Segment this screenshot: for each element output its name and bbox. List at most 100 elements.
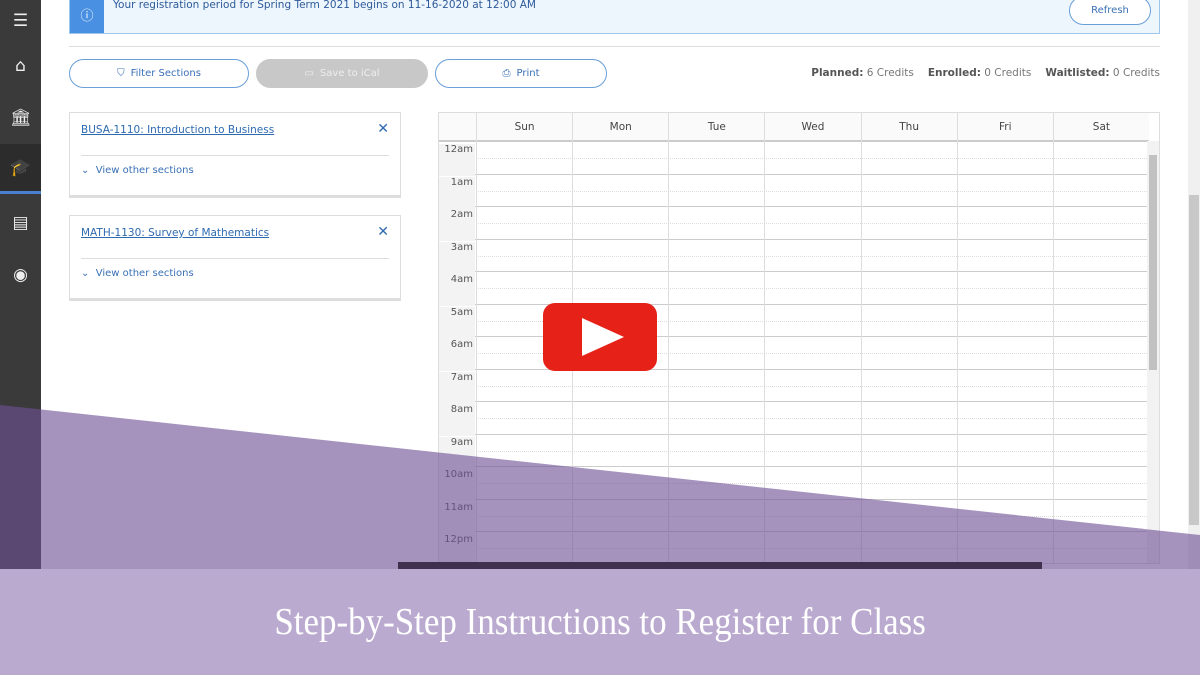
hour-label: 11am (439, 501, 475, 534)
half-hour-line (476, 190, 1149, 192)
hour-row[interactable]: 11am (439, 498, 1149, 534)
bank-icon: 🏛 (9, 108, 32, 128)
enrolled-credits: Enrolled: 0 Credits (927, 67, 1032, 79)
filter-label: Filter Sections (130, 68, 201, 79)
video-play-button[interactable] (543, 303, 657, 371)
hour-label: 5am (439, 306, 475, 339)
hour-row[interactable]: 4am (439, 271, 1149, 306)
chevron-down-icon: ⌄ (81, 268, 90, 279)
sidebar-item-book[interactable]: ▤ (0, 198, 41, 248)
half-hour-line (476, 450, 1149, 452)
half-hour-line (476, 158, 1149, 159)
sidebar-item-user-circle[interactable]: ◉ (0, 250, 41, 300)
hour-label: 10am (439, 469, 475, 501)
hour-label: 9am (439, 436, 475, 469)
refresh-button[interactable]: Refresh (1069, 0, 1151, 25)
hour-row[interactable]: 8am (439, 401, 1149, 436)
day-header-fri: Fri (956, 113, 1053, 140)
half-hour-line (476, 483, 1149, 484)
half-hour-line (476, 385, 1149, 387)
hour-row[interactable]: 10am (439, 466, 1149, 501)
book-icon: ▤ (12, 213, 29, 233)
graduation-cap-icon: 🎓 (9, 157, 32, 178)
half-hour-line (476, 255, 1149, 257)
video-title: Step-by-Step Instructions to Register fo… (274, 601, 926, 643)
filter-sections-button[interactable]: ⛉ Filter Sections (69, 59, 249, 88)
hour-label: 6am (439, 339, 475, 371)
chevron-down-icon: ⌄ (81, 165, 90, 176)
user-circle-icon: ◉ (13, 265, 28, 285)
info-icon: ⓘ (70, 0, 104, 33)
close-icon[interactable]: ✕ (377, 224, 389, 240)
day-divider (860, 113, 862, 563)
page-scrollbar-thumb[interactable] (1189, 195, 1199, 525)
divider (81, 155, 389, 156)
day-divider (476, 113, 477, 563)
banner-message: Your registration period for Spring Term… (113, 0, 536, 11)
hour-label: 2am (439, 209, 475, 241)
divider (81, 258, 389, 259)
view-other-sections-toggle[interactable]: ⌄ View other sections (81, 165, 194, 176)
day-divider (764, 113, 766, 563)
day-header-mon: Mon (572, 113, 668, 140)
sidebar-item-menu[interactable]: ☰ (0, 0, 41, 46)
planned-credits: Planned: 6 Credits (811, 67, 914, 79)
hour-row[interactable]: 12pm (439, 531, 1149, 563)
hour-row[interactable]: 2am (439, 206, 1149, 241)
printer-icon: ⎙ (502, 68, 511, 79)
ical-label: Save to iCal (319, 68, 380, 79)
day-divider (956, 113, 958, 563)
calendar-scrollbar-thumb[interactable] (1149, 155, 1157, 370)
time-column-header (439, 113, 476, 140)
sidebar-item-bank[interactable]: 🏛 (0, 93, 41, 143)
menu-icon: ☰ (12, 11, 29, 31)
course-card: MATH-1130: Survey of Mathematics ✕ ⌄ Vie… (69, 215, 401, 301)
hour-label: 8am (439, 404, 475, 436)
filter-icon: ⛉ (117, 68, 125, 79)
hour-row[interactable]: 3am (439, 238, 1149, 274)
registration-banner: ⓘ Your registration period for Spring Te… (69, 0, 1160, 34)
hour-row[interactable]: 12am (439, 141, 1149, 176)
sidebar-item-home[interactable]: ⌂ (0, 41, 41, 91)
hour-label: 7am (439, 371, 475, 404)
half-hour-line (476, 288, 1149, 289)
course-title-link[interactable]: MATH-1130: Survey of Mathematics (81, 227, 269, 239)
calendar-icon: ▭ (304, 68, 314, 79)
hour-label: 4am (439, 274, 475, 306)
print-label: Print (516, 68, 540, 79)
hour-row[interactable]: 1am (439, 173, 1149, 209)
save-to-ical-button[interactable]: ▭ Save to iCal (256, 59, 428, 88)
page-scrollbar[interactable] (1188, 0, 1200, 569)
hour-row[interactable]: 7am (439, 368, 1149, 404)
divider (69, 46, 1160, 47)
waitlisted-credits: Waitlisted: 0 Credits (1045, 67, 1160, 79)
course-card: BUSA-1110: Introduction to Business ✕ ⌄ … (69, 112, 401, 198)
view-other-sections-toggle[interactable]: ⌄ View other sections (81, 268, 194, 279)
half-hour-line (476, 548, 1149, 549)
home-icon: ⌂ (15, 56, 26, 76)
hour-row[interactable]: 9am (439, 433, 1149, 469)
day-divider (668, 113, 670, 563)
hour-label: 1am (439, 176, 475, 209)
half-hour-line (476, 515, 1149, 517)
day-header-thu: Thu (860, 113, 957, 140)
day-header-sun: Sun (476, 113, 572, 140)
day-header-sat: Sat (1052, 113, 1149, 140)
half-hour-line (476, 223, 1149, 224)
day-header-tue: Tue (668, 113, 764, 140)
day-divider (1052, 113, 1054, 563)
half-hour-line (476, 418, 1149, 419)
sidebar-item-graduation-cap[interactable]: 🎓 (0, 144, 41, 194)
print-button[interactable]: ⎙ Print (435, 59, 607, 88)
hour-label: 3am (439, 241, 475, 274)
close-icon[interactable]: ✕ (377, 121, 389, 137)
day-header-wed: Wed (764, 113, 860, 140)
course-title-link[interactable]: BUSA-1110: Introduction to Business (81, 124, 274, 136)
calendar-header: Sun Mon Tue Wed Thu Fri Sat (439, 113, 1149, 141)
credit-summary: Planned: 6 Credits Enrolled: 0 Credits W… (811, 67, 1160, 79)
calendar-scrollbar[interactable] (1147, 141, 1159, 563)
hour-label: 12am (439, 144, 475, 176)
hour-label: 12pm (439, 534, 475, 563)
video-title-band: Step-by-Step Instructions to Register fo… (0, 569, 1200, 675)
play-icon (582, 318, 624, 356)
